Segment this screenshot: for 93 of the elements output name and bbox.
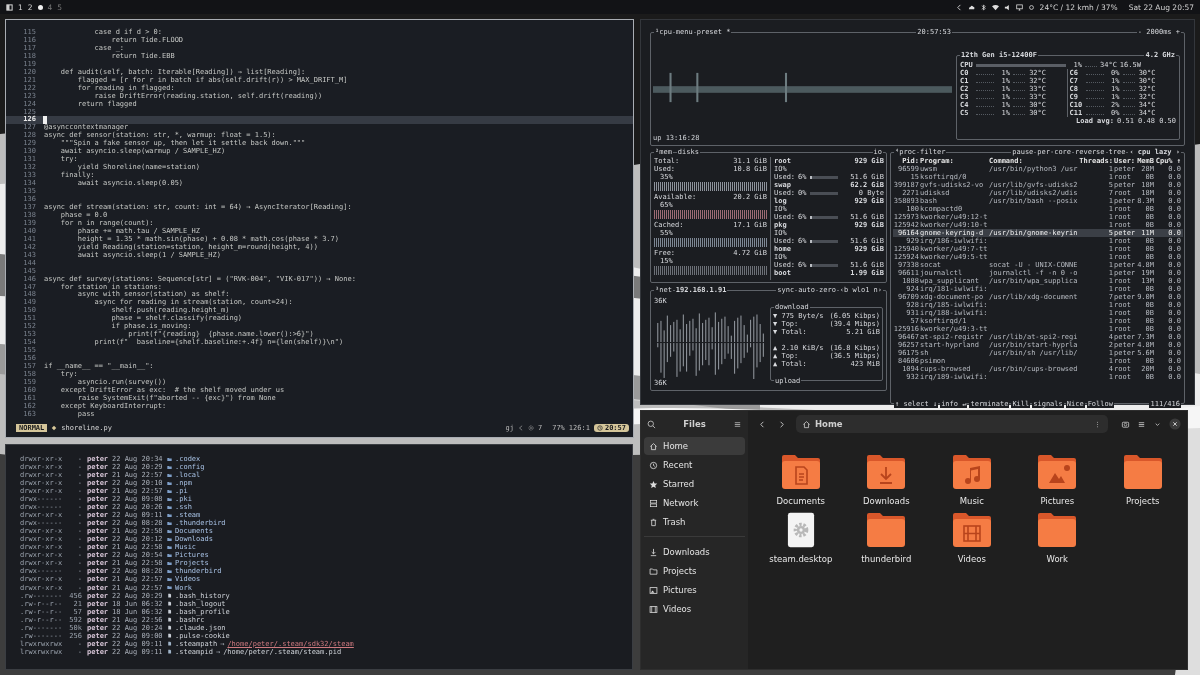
file-label[interactable]: steam.desktop [769, 554, 833, 564]
wifi-icon[interactable] [991, 3, 999, 11]
cloud-icon[interactable] [967, 3, 975, 11]
temperature-meter [1013, 95, 1025, 99]
sidebar-item[interactable]: Projects [644, 562, 745, 580]
disk-usage-bar [810, 215, 839, 219]
home-icon [649, 441, 658, 451]
temperature-meter [1013, 79, 1025, 83]
back-button[interactable] [758, 419, 767, 429]
temperature-meter [1013, 103, 1025, 107]
temperature-meter [1013, 71, 1025, 75]
disk-usage-bar [810, 175, 839, 179]
image-icon [649, 585, 658, 595]
folder-icon[interactable] [1122, 454, 1163, 490]
path-bar[interactable]: Home [796, 415, 1108, 433]
file-label[interactable]: Pictures [1040, 496, 1075, 506]
disk-usage-bar [810, 263, 839, 267]
gear-icon [527, 424, 534, 431]
file-label[interactable]: Downloads [862, 496, 910, 506]
path-segment[interactable]: Home [815, 419, 843, 429]
core-meter [976, 71, 994, 75]
temperature-meter [1013, 111, 1025, 115]
temperature-meter [1122, 87, 1135, 91]
star-icon [649, 479, 658, 489]
file-label[interactable]: Videos [957, 554, 986, 564]
close-button[interactable] [1169, 418, 1181, 430]
chevron-left-icon [517, 424, 524, 431]
core-meter [1085, 87, 1104, 91]
clock-icon [596, 424, 603, 431]
core-meter [976, 103, 994, 107]
core-meter [976, 79, 994, 83]
home-icon [802, 419, 811, 429]
monitor-icon[interactable] [1015, 3, 1023, 11]
sidebar-item[interactable]: Recent [644, 456, 745, 474]
diamond-icon [51, 424, 58, 431]
temperature-meter [1122, 95, 1135, 99]
folder-icon [649, 566, 658, 576]
temperature-meter [1085, 63, 1097, 67]
clock-icon [649, 460, 658, 470]
core-meter [976, 111, 994, 115]
camera-icon[interactable] [1121, 419, 1130, 429]
file-label[interactable]: Documents [776, 496, 825, 506]
layout-icon[interactable] [6, 3, 13, 11]
core-meter [1085, 103, 1104, 107]
download-icon [649, 547, 658, 557]
folder-icon[interactable] [866, 454, 907, 490]
folder-icon[interactable] [780, 454, 821, 490]
graph-spike [696, 72, 699, 103]
sidebar-item[interactable]: Home [644, 437, 745, 455]
sidebar-item[interactable]: Starred [644, 475, 745, 493]
core-meter [1085, 79, 1104, 83]
menu-icon[interactable] [733, 419, 742, 429]
core-meter [1085, 111, 1104, 115]
file-label[interactable]: Projects [1126, 496, 1160, 506]
temperature-meter [1122, 111, 1135, 115]
file-label[interactable]: Work [1046, 554, 1068, 564]
folder-icon[interactable] [1037, 454, 1078, 490]
folder-icon[interactable] [951, 454, 992, 490]
folder-icon[interactable] [951, 512, 992, 548]
search-icon[interactable] [647, 419, 656, 429]
disk-usage-bar [810, 191, 839, 195]
folder-icon[interactable] [1037, 512, 1078, 548]
core-meter [1085, 71, 1104, 75]
sidebar-item[interactable]: Pictures [644, 581, 745, 599]
list-view-icon[interactable] [1137, 419, 1146, 429]
weather-icon [1027, 3, 1035, 11]
file-label[interactable]: thunderbird [861, 554, 912, 564]
sidebar-item[interactable]: Downloads [644, 543, 745, 561]
window-title: Files [683, 419, 706, 429]
folder-icon[interactable] [866, 512, 907, 548]
core-meter [976, 87, 994, 91]
file-label[interactable]: Music [959, 496, 984, 506]
active-workspace-dot[interactable] [37, 4, 43, 10]
sidebar-item[interactable]: Network [644, 494, 745, 512]
server-icon [649, 498, 658, 508]
core-meter [976, 95, 994, 99]
bluetooth-icon[interactable] [979, 3, 987, 11]
temperature-meter [1013, 87, 1025, 91]
temperature-meter [1122, 71, 1135, 75]
text-cursor [43, 116, 47, 124]
graph-spike [784, 72, 788, 103]
sidebar-item[interactable]: Videos [644, 600, 745, 618]
disk-usage-bar [810, 239, 839, 243]
temperature-meter [1122, 79, 1135, 83]
chevron-left-icon[interactable] [955, 3, 963, 11]
sidebar-item[interactable]: Trash [644, 513, 745, 531]
trash-icon [649, 517, 658, 527]
core-meter [1085, 95, 1104, 99]
temperature-meter [1122, 103, 1135, 107]
graph-spike [669, 72, 672, 103]
speaker-muted-icon[interactable] [1003, 3, 1011, 11]
film-icon [649, 604, 658, 614]
forward-button[interactable] [777, 419, 786, 429]
